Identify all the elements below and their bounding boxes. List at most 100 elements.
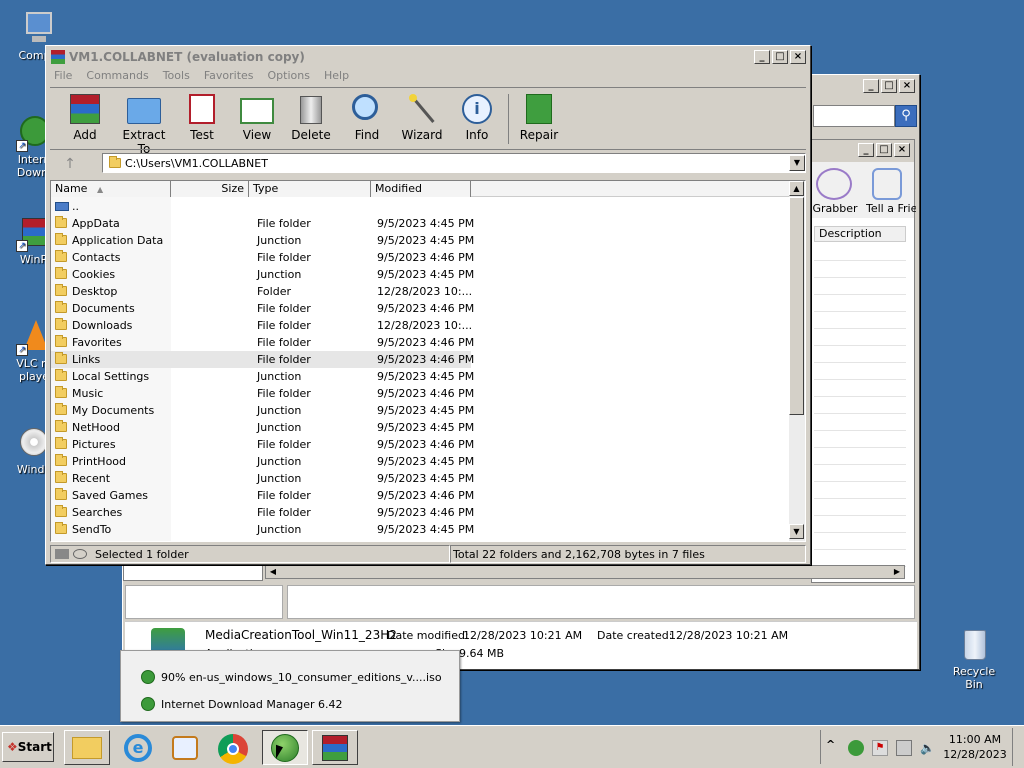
network-icon[interactable] — [896, 740, 912, 756]
vertical-scrollbar[interactable]: ▲ ▼ — [789, 181, 805, 541]
jumplist-item-download[interactable]: 90% en-us_windows_10_consumer_editions_v… — [129, 667, 442, 687]
row-modified: 9/5/2023 4:45 PM — [377, 421, 475, 434]
column-header-modified[interactable]: Modified — [371, 181, 471, 197]
table-row[interactable]: Downloads File folder 12/28/2023 10:... — [51, 317, 472, 334]
table-row[interactable]: Documents File folder 9/5/2023 4:46 PM — [51, 300, 475, 317]
show-hidden-icons-chevron-up-icon[interactable]: ^ — [826, 738, 835, 751]
grabber-label[interactable]: Grabber — [812, 202, 858, 215]
minimize-button[interactable]: _ — [754, 50, 770, 64]
menu-options[interactable]: Options — [268, 69, 310, 82]
path-field[interactable]: C:\Users\VM1.COLLABNET ▼ — [102, 153, 806, 173]
start-button[interactable]: ❖Start — [2, 732, 54, 762]
repair-button[interactable]: Repair — [510, 92, 568, 142]
winrar-title-icon — [51, 50, 65, 64]
up-folder-icon[interactable]: ↑ — [52, 154, 88, 174]
taskbar-media-player[interactable] — [166, 732, 206, 764]
row-modified: 9/5/2023 4:45 PM — [377, 404, 475, 417]
winrar-titlebar[interactable]: VM1.COLLABNET (evaluation copy) _ □ × — [48, 48, 808, 66]
maximize-button[interactable]: □ — [876, 143, 892, 157]
table-row[interactable]: Application Data Junction 9/5/2023 4:45 PM — [51, 232, 474, 249]
taskbar-chrome[interactable] — [214, 732, 254, 764]
table-row[interactable]: Music File folder 9/5/2023 4:46 PM — [51, 385, 474, 402]
details-file-name: MediaCreationTool_Win11_23H2 — [205, 628, 397, 642]
table-row[interactable]: Contacts File folder 9/5/2023 4:46 PM — [51, 249, 475, 266]
scroll-up-arrow-icon[interactable]: ▲ — [789, 181, 804, 196]
folder-icon — [55, 369, 67, 381]
column-header-description[interactable]: Description — [814, 226, 906, 242]
row-type: Folder — [257, 285, 291, 298]
table-row[interactable]: PrintHood Junction 9/5/2023 4:45 PM — [51, 453, 474, 470]
taskbar-idm[interactable] — [262, 730, 308, 765]
grabber-icon[interactable] — [816, 168, 852, 200]
tell-a-friend-icon[interactable] — [872, 168, 902, 200]
table-row[interactable]: NetHood Junction 9/5/2023 4:45 PM — [51, 419, 475, 436]
trash-can-icon — [294, 92, 328, 126]
column-header-type[interactable]: Type — [249, 181, 371, 197]
search-input[interactable] — [813, 105, 895, 127]
search-icon[interactable]: ⚲ — [895, 105, 917, 127]
menu-help[interactable]: Help — [324, 69, 349, 82]
table-row[interactable]: .. — [51, 198, 471, 215]
file-list: Name ▲ Size Type Modified .. AppData File … — [50, 180, 806, 542]
path-dropdown-chevron-down-icon[interactable]: ▼ — [789, 155, 805, 171]
scrollbar-thumb[interactable] — [789, 197, 804, 415]
idm-tray-icon[interactable] — [848, 740, 864, 756]
tell-a-friend-label[interactable]: Tell a Frie — [866, 202, 916, 215]
table-row[interactable]: Links File folder 9/5/2023 4:46 PM — [51, 351, 474, 368]
table-row[interactable]: Cookies Junction 9/5/2023 4:45 PM — [51, 266, 474, 283]
wizard-button[interactable]: Wizard — [393, 92, 451, 142]
horizontal-scrollbar[interactable]: ◀ ▶ — [265, 565, 905, 579]
scroll-down-arrow-icon[interactable]: ▼ — [789, 524, 804, 539]
table-row[interactable]: My Documents Junction 9/5/2023 4:45 PM — [51, 402, 475, 419]
action-center-flag-icon[interactable]: ⚑ — [872, 740, 888, 756]
details-date-created-label: Date created: — [597, 629, 673, 642]
table-row[interactable]: Recent Junction 9/5/2023 4:45 PM — [51, 470, 474, 487]
scroll-right-arrow-icon[interactable]: ▶ — [890, 565, 904, 579]
minimize-button[interactable]: _ — [858, 143, 874, 157]
taskbar-explorer[interactable] — [64, 730, 110, 765]
menu-favorites[interactable]: Favorites — [204, 69, 254, 82]
minimize-button[interactable]: _ — [863, 79, 879, 93]
left-pane-input[interactable] — [123, 565, 263, 581]
close-button[interactable]: × — [899, 79, 915, 93]
info-button[interactable]: i Info — [448, 92, 506, 142]
menu-commands[interactable]: Commands — [86, 69, 148, 82]
row-modified: 9/5/2023 4:46 PM — [377, 251, 475, 264]
table-row[interactable]: Favorites File folder 9/5/2023 4:46 PM — [51, 334, 474, 351]
menu-file[interactable]: File — [54, 69, 72, 82]
navigation-pane — [125, 585, 283, 619]
taskbar-internet-explorer[interactable]: e — [118, 732, 158, 764]
add-button[interactable]: Add — [56, 92, 114, 142]
folder-icon — [55, 420, 67, 432]
clock[interactable]: 11:00 AM 12/28/2023 — [940, 732, 1010, 762]
close-button[interactable]: × — [790, 50, 806, 64]
test-button[interactable]: Test — [173, 92, 231, 142]
folder-icon — [55, 216, 67, 228]
column-header-size[interactable]: Size — [171, 181, 249, 197]
desktop-icon-recycle-bin[interactable]: Recycle Bin — [944, 626, 1004, 691]
extract-to-button[interactable]: Extract To — [115, 92, 173, 156]
row-type: Junction — [257, 523, 302, 536]
table-row[interactable]: Local Settings Junction 9/5/2023 4:45 PM — [51, 368, 474, 385]
table-row[interactable]: AppData File folder 9/5/2023 4:45 PM — [51, 215, 474, 232]
show-desktop-button[interactable] — [1012, 728, 1022, 766]
table-row[interactable]: Searches File folder 9/5/2023 4:46 PM — [51, 504, 474, 521]
delete-button[interactable]: Delete — [282, 92, 340, 142]
jumplist-item-idm[interactable]: Internet Download Manager 6.42 — [129, 694, 429, 714]
scroll-left-arrow-icon[interactable]: ◀ — [266, 565, 280, 579]
menu-tools[interactable]: Tools — [163, 69, 190, 82]
table-row[interactable]: Saved Games File folder 9/5/2023 4:46 PM — [51, 487, 474, 504]
table-row[interactable]: Pictures File folder 9/5/2023 4:46 PM — [51, 436, 474, 453]
table-row[interactable]: SendTo Junction 9/5/2023 4:45 PM — [51, 521, 474, 538]
find-button[interactable]: Find — [338, 92, 396, 142]
column-header-name[interactable]: Name ▲ — [51, 181, 171, 197]
row-modified: 9/5/2023 4:46 PM — [377, 302, 475, 315]
view-button[interactable]: View — [228, 92, 286, 142]
table-row[interactable]: Desktop Folder 12/28/2023 10:... — [51, 283, 472, 300]
close-button[interactable]: × — [894, 143, 910, 157]
taskbar-winrar[interactable] — [312, 730, 358, 765]
maximize-button[interactable]: □ — [881, 79, 897, 93]
volume-muted-icon[interactable]: 🔈 — [920, 740, 936, 756]
folder-icon — [55, 267, 67, 279]
maximize-button[interactable]: □ — [772, 50, 788, 64]
